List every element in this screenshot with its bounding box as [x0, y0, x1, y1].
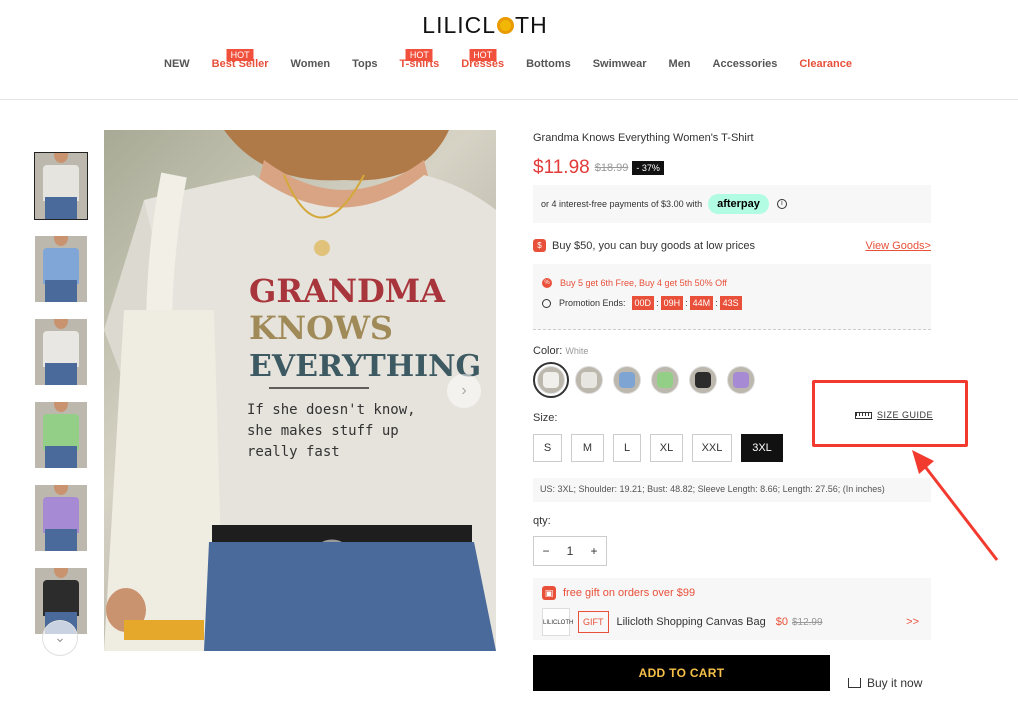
price-row: $11.98 $18.99 - 37%: [533, 157, 931, 179]
gift-name[interactable]: Lilicloth Shopping Canvas Bag: [617, 616, 766, 628]
qty-plus-button[interactable]: +: [590, 544, 597, 558]
color-swatch-3[interactable]: [613, 366, 641, 394]
afterpay-logo[interactable]: afterpay: [708, 194, 769, 214]
gift-title: free gift on orders over $99: [563, 587, 696, 599]
thumbs-scroll-down-icon[interactable]: ⌄: [42, 620, 78, 656]
free-gift-box: ▣ free gift on orders over $99 LILICLOTH…: [533, 578, 931, 640]
countdown-segment: 43S: [719, 296, 742, 310]
nav-item-new[interactable]: NEW: [164, 58, 190, 70]
color-value: White: [565, 346, 589, 356]
thumbnail-5[interactable]: [35, 485, 87, 551]
deal-row: $ Buy $50, you can buy goods at low pric…: [533, 239, 931, 252]
countdown-segment: 44M: [689, 296, 714, 310]
clock-icon: [542, 298, 551, 308]
qty-label: qty:: [533, 515, 551, 527]
size-measurements: US: 3XL; Shoulder: 19.21; Bust: 48.82; S…: [533, 478, 931, 502]
thumbnail-list: [34, 152, 88, 651]
sunflower-icon: [497, 17, 515, 34]
coupon-icon: $: [533, 239, 546, 252]
quantity-stepper: − 1 +: [533, 536, 607, 566]
deal-text: Buy $50, you can buy goods at low prices: [552, 239, 756, 252]
color-swatch-6[interactable]: [727, 366, 755, 394]
thumbnail-3[interactable]: [35, 319, 87, 385]
info-icon[interactable]: i: [776, 199, 787, 209]
nav-item-men[interactable]: Men: [669, 58, 691, 70]
thumbnail-2[interactable]: [35, 236, 87, 302]
gift-original-price: $12.99: [791, 616, 823, 628]
installment-text: or 4 interest-free payments of $3.00 wit…: [541, 199, 703, 209]
size-option-3xl[interactable]: 3XL: [741, 434, 783, 462]
hot-badge: HOT: [469, 49, 497, 61]
shirt-text-line2: KNOWS: [249, 309, 393, 347]
header-divider: [0, 99, 1018, 100]
shirt-text-line5: she makes stuff up: [247, 423, 399, 439]
countdown-segment: 09H: [660, 296, 684, 310]
canvas-bag-thumbnail: LILICLOTH: [542, 608, 573, 636]
promo-ends-label: Promotion Ends:: [559, 298, 626, 308]
product-title: Grandma Knows Everything Women's T-Shirt: [533, 132, 754, 144]
color-label-row: Color: White: [533, 345, 931, 357]
size-guide-highlight-box: [812, 380, 968, 447]
nav-item-bottoms[interactable]: Bottoms: [526, 58, 571, 70]
tag-icon: %: [542, 278, 552, 288]
discount-badge: - 37%: [632, 161, 664, 175]
next-image-icon[interactable]: ›: [447, 374, 481, 408]
qty-minus-button[interactable]: −: [543, 544, 550, 558]
cart-icon: [848, 678, 861, 688]
nav-item-tops[interactable]: Tops: [352, 58, 377, 70]
gift-icon: ▣: [542, 586, 556, 600]
color-swatch-2[interactable]: [575, 366, 603, 394]
size-option-m[interactable]: M: [571, 434, 604, 462]
shirt-text-line6: really fast: [247, 444, 340, 460]
gift-badge: GIFT: [578, 611, 609, 633]
color-label: Color:: [533, 345, 563, 357]
nav-item-clearance[interactable]: Clearance: [799, 58, 852, 70]
model-photo: GRANDMA KNOWS EVERYTHING If she doesn't …: [104, 130, 496, 651]
countdown-segment: 00D: [631, 296, 655, 310]
view-goods-link[interactable]: View Goods>: [865, 240, 931, 252]
size-option-s[interactable]: S: [533, 434, 562, 462]
nav-item-t-shirts[interactable]: T-shirts HOT: [400, 49, 439, 70]
countdown: 00D:09H:44M:43S: [630, 296, 744, 310]
color-swatch-5[interactable]: [689, 366, 717, 394]
installment-box: or 4 interest-free payments of $3.00 wit…: [533, 185, 931, 223]
shirt-text-line1: GRANDMA: [249, 272, 446, 310]
color-swatch-1[interactable]: [533, 362, 569, 398]
nav-item-dresses[interactable]: Dresses HOT: [461, 49, 504, 70]
shirt-text-line3: EVERYTHING: [249, 349, 481, 384]
size-option-l[interactable]: L: [613, 434, 641, 462]
buy-now-label: Buy it now: [867, 676, 923, 690]
gift-more-link[interactable]: >>: [906, 616, 919, 628]
thumbnail-1[interactable]: [34, 152, 88, 220]
hot-badge: HOT: [226, 49, 254, 61]
size-option-xl[interactable]: XL: [650, 434, 683, 462]
current-price: $11.98: [533, 157, 590, 178]
shirt-text-line4: If she doesn't know,: [247, 402, 416, 418]
buy-now-button[interactable]: Buy it now: [848, 676, 922, 690]
thumbnail-4[interactable]: [35, 402, 87, 468]
nav-item-women[interactable]: Women: [291, 58, 331, 70]
nav-item-swimwear[interactable]: Swimwear: [593, 58, 647, 70]
promotion-box: % Buy 5 get 6th Free, Buy 4 get 5th 50% …: [533, 264, 931, 330]
gift-price: $0: [775, 616, 788, 628]
hot-badge: HOT: [405, 49, 433, 61]
size-option-xxl[interactable]: XXL: [692, 434, 732, 462]
main-nav: NEW Best Seller HOT Women Tops T-shirts HOT Dre…: [164, 49, 874, 70]
promo-text[interactable]: Buy 5 get 6th Free, Buy 4 get 5th 50% Of…: [560, 278, 727, 288]
original-price: $18.99: [594, 162, 629, 174]
qty-value[interactable]: 1: [567, 544, 574, 558]
main-product-image[interactable]: GRANDMA KNOWS EVERYTHING If she doesn't …: [104, 130, 496, 651]
nav-item-accessories[interactable]: Accessories: [713, 58, 778, 70]
site-logo[interactable]: LILICL TH: [0, 12, 970, 39]
nav-item-best-seller[interactable]: Best Seller HOT: [212, 49, 269, 70]
add-to-cart-button[interactable]: ADD TO CART: [533, 655, 830, 691]
color-swatch-4[interactable]: [651, 366, 679, 394]
